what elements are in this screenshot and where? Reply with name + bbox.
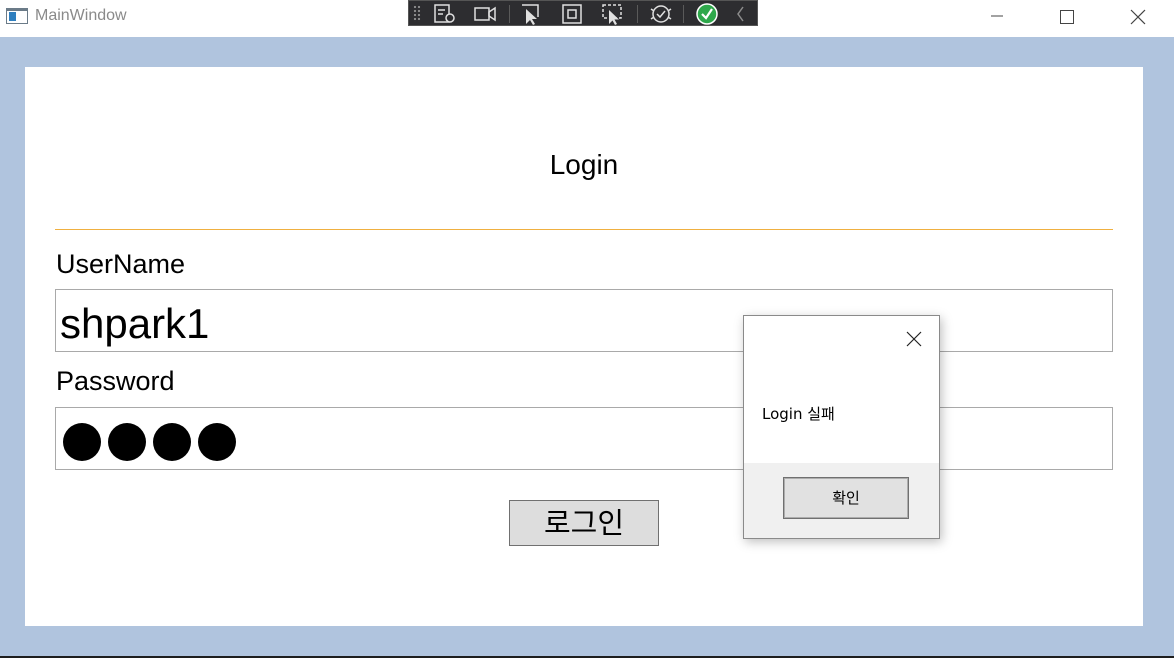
- login-title: Login: [549, 149, 619, 180]
- ok-button[interactable]: 확인: [784, 478, 908, 518]
- window-client-area: Login UserName shpark1 Password 로그인: [0, 37, 1174, 656]
- app-window-icon: [6, 8, 28, 24]
- username-value: shpark1: [60, 300, 210, 347]
- close-window-button[interactable]: [1114, 0, 1160, 32]
- password-mask-dot: [63, 423, 101, 461]
- hot-reload-icon[interactable]: [645, 2, 675, 25]
- xaml-debug-toolbar: [408, 0, 758, 26]
- track-focus-icon[interactable]: [597, 2, 627, 25]
- maximize-button[interactable]: [1043, 0, 1089, 32]
- window-title: MainWindow: [35, 7, 127, 24]
- close-icon: [906, 331, 922, 347]
- minimize-icon: [991, 15, 1003, 17]
- title-divider: [55, 229, 1113, 230]
- toolbar-grip-icon[interactable]: [413, 5, 421, 22]
- password-input[interactable]: [55, 407, 1113, 470]
- login-button[interactable]: 로그인: [509, 500, 659, 546]
- dialog-close-button[interactable]: [900, 327, 928, 351]
- chevron-left-icon[interactable]: [731, 2, 751, 25]
- password-mask-dot: [108, 423, 146, 461]
- username-input[interactable]: shpark1: [55, 289, 1113, 352]
- record-icon[interactable]: [469, 2, 499, 25]
- maximize-icon: [1060, 10, 1074, 24]
- password-mask-dot: [198, 423, 236, 461]
- close-icon: [1130, 9, 1146, 25]
- check-icon[interactable]: [691, 2, 721, 25]
- password-label: Password: [56, 366, 175, 396]
- login-panel: Login UserName shpark1 Password 로그인: [25, 67, 1143, 626]
- live-visual-tree-icon[interactable]: [429, 2, 459, 25]
- password-mask: [63, 423, 236, 461]
- display-layout-adorners-icon[interactable]: [556, 2, 586, 25]
- select-element-icon[interactable]: [515, 2, 545, 25]
- title-bar: MainWindow: [0, 0, 1174, 35]
- minimize-button[interactable]: [974, 0, 1020, 32]
- dialog-footer: 확인: [744, 463, 939, 538]
- password-mask-dot: [153, 423, 191, 461]
- username-label: UserName: [56, 249, 186, 279]
- message-box-dialog: Login 실패 확인: [743, 315, 940, 539]
- dialog-message: Login 실패: [762, 405, 835, 423]
